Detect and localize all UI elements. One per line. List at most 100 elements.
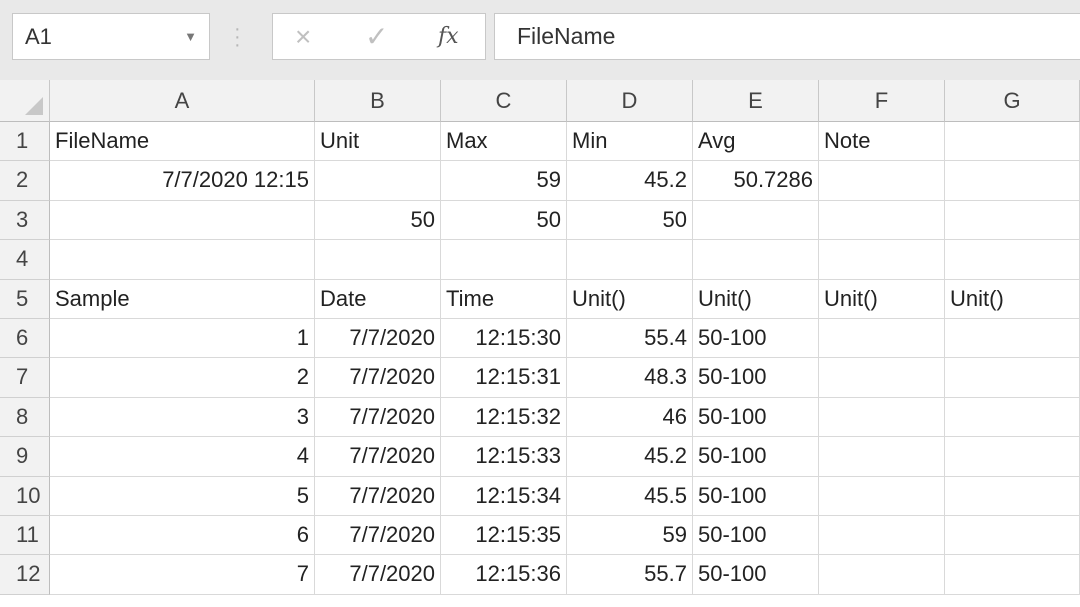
cell-a9[interactable]: 4 — [50, 437, 315, 477]
cell-b9[interactable]: 7/7/2020 — [315, 437, 441, 477]
cell-a7[interactable]: 2 — [50, 358, 315, 398]
cell-g11[interactable] — [945, 516, 1080, 556]
cell-a4[interactable] — [50, 240, 315, 280]
cell-g10[interactable] — [945, 476, 1080, 516]
cell-c3[interactable]: 50 — [441, 200, 567, 241]
cell-d10[interactable]: 45.5 — [567, 476, 693, 516]
cancel-icon[interactable]: × — [295, 14, 311, 59]
cell-f6[interactable] — [819, 319, 945, 359]
column-header-d[interactable]: D — [567, 80, 693, 122]
cell-f9[interactable] — [819, 437, 945, 477]
cell-d5[interactable]: Unit() — [567, 279, 693, 319]
cell-b12[interactable]: 7/7/2020 — [315, 555, 441, 595]
cell-d4[interactable] — [567, 240, 693, 280]
cell-b10[interactable]: 7/7/2020 — [315, 476, 441, 516]
cell-b5[interactable]: Date — [315, 279, 441, 319]
cell-d7[interactable]: 48.3 — [567, 358, 693, 398]
row-header-7[interactable]: 7 — [0, 358, 50, 398]
cell-c1[interactable]: Max — [441, 122, 567, 162]
cell-b7[interactable]: 7/7/2020 — [315, 358, 441, 398]
cell-c5[interactable]: Time — [441, 279, 567, 319]
cell-c7[interactable]: 12:15:31 — [441, 358, 567, 398]
cell-g4[interactable] — [945, 240, 1080, 280]
row-header-6[interactable]: 6 — [0, 319, 50, 359]
cell-f1[interactable]: Note — [819, 122, 945, 162]
row-header-1[interactable]: 1 — [0, 122, 50, 162]
column-header-a[interactable]: A — [50, 80, 315, 122]
select-all-corner[interactable] — [0, 80, 50, 122]
cell-a10[interactable]: 5 — [50, 476, 315, 516]
cell-b2[interactable] — [315, 161, 441, 201]
cell-d9[interactable]: 45.2 — [567, 437, 693, 477]
cell-a3[interactable] — [50, 200, 315, 241]
cell-a5[interactable]: Sample — [50, 279, 315, 319]
cell-g12[interactable] — [945, 555, 1080, 595]
cell-e2[interactable]: 50.7286 — [693, 161, 819, 201]
cell-e11[interactable]: 50-100 — [693, 516, 819, 556]
cell-f3[interactable] — [819, 200, 945, 241]
column-header-e[interactable]: E — [693, 80, 819, 122]
cell-g8[interactable] — [945, 397, 1080, 438]
cell-e10[interactable]: 50-100 — [693, 476, 819, 516]
cell-g1[interactable] — [945, 122, 1080, 162]
row-header-11[interactable]: 11 — [0, 516, 50, 556]
cell-e1[interactable]: Avg — [693, 122, 819, 162]
chevron-down-icon[interactable]: ▼ — [184, 14, 197, 59]
column-header-f[interactable]: F — [819, 80, 945, 122]
cell-a6[interactable]: 1 — [50, 319, 315, 359]
cell-f10[interactable] — [819, 476, 945, 516]
cell-f8[interactable] — [819, 397, 945, 438]
cell-c12[interactable]: 12:15:36 — [441, 555, 567, 595]
cell-e5[interactable]: Unit() — [693, 279, 819, 319]
cell-c4[interactable] — [441, 240, 567, 280]
cell-a12[interactable]: 7 — [50, 555, 315, 595]
cell-f4[interactable] — [819, 240, 945, 280]
cell-c8[interactable]: 12:15:32 — [441, 397, 567, 438]
cell-c10[interactable]: 12:15:34 — [441, 476, 567, 516]
cell-f11[interactable] — [819, 516, 945, 556]
row-header-5[interactable]: 5 — [0, 279, 50, 319]
cell-f2[interactable] — [819, 161, 945, 201]
cell-e4[interactable] — [693, 240, 819, 280]
column-header-b[interactable]: B — [315, 80, 441, 122]
cell-c9[interactable]: 12:15:33 — [441, 437, 567, 477]
cell-b3[interactable]: 50 — [315, 200, 441, 241]
cell-a2[interactable]: 7/7/2020 12:15 — [50, 161, 315, 201]
cell-b4[interactable] — [315, 240, 441, 280]
insert-function-icon[interactable]: fx — [438, 14, 459, 59]
cell-g2[interactable] — [945, 161, 1080, 201]
cell-a1[interactable]: FileName — [50, 122, 315, 162]
cell-g7[interactable] — [945, 358, 1080, 398]
cell-a8[interactable]: 3 — [50, 397, 315, 438]
column-header-c[interactable]: C — [441, 80, 567, 122]
cell-e9[interactable]: 50-100 — [693, 437, 819, 477]
cell-f7[interactable] — [819, 358, 945, 398]
cell-b1[interactable]: Unit — [315, 122, 441, 162]
cell-d8[interactable]: 46 — [567, 397, 693, 438]
row-header-9[interactable]: 9 — [0, 437, 50, 477]
cell-g3[interactable] — [945, 200, 1080, 241]
cell-d3[interactable]: 50 — [567, 200, 693, 241]
cell-e3[interactable] — [693, 200, 819, 241]
cell-g5[interactable]: Unit() — [945, 279, 1080, 319]
cell-e12[interactable]: 50-100 — [693, 555, 819, 595]
cell-d1[interactable]: Min — [567, 122, 693, 162]
cell-b8[interactable]: 7/7/2020 — [315, 397, 441, 438]
row-header-3[interactable]: 3 — [0, 200, 50, 241]
row-header-4[interactable]: 4 — [0, 240, 50, 280]
formula-input[interactable]: FileName — [494, 13, 1080, 60]
cell-a11[interactable]: 6 — [50, 516, 315, 556]
row-header-10[interactable]: 10 — [0, 476, 50, 516]
cell-e6[interactable]: 50-100 — [693, 319, 819, 359]
cell-b6[interactable]: 7/7/2020 — [315, 319, 441, 359]
cell-f12[interactable] — [819, 555, 945, 595]
cell-e7[interactable]: 50-100 — [693, 358, 819, 398]
enter-icon[interactable]: ✓ — [365, 14, 388, 59]
row-header-12[interactable]: 12 — [0, 555, 50, 595]
row-header-2[interactable]: 2 — [0, 161, 50, 201]
cell-f5[interactable]: Unit() — [819, 279, 945, 319]
cell-g6[interactable] — [945, 319, 1080, 359]
cell-e8[interactable]: 50-100 — [693, 397, 819, 438]
cell-d6[interactable]: 55.4 — [567, 319, 693, 359]
cell-d2[interactable]: 45.2 — [567, 161, 693, 201]
